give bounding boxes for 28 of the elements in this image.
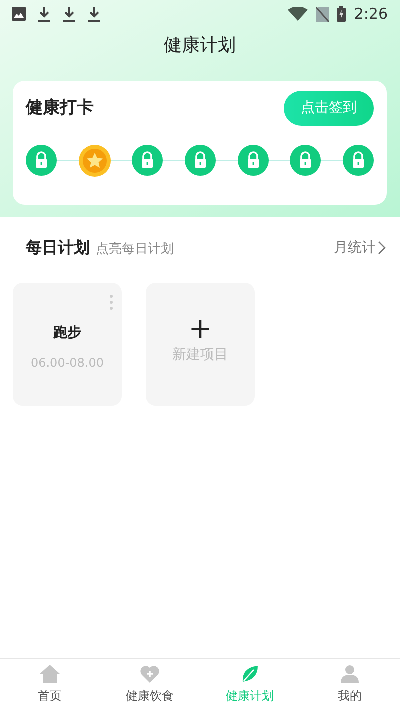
tab-item[interactable]: 首页 [0, 659, 100, 711]
plus-icon: + [188, 315, 212, 343]
battery-icon [337, 6, 346, 22]
chevron-right-icon [378, 241, 386, 255]
tab-item[interactable]: 我的 [300, 659, 400, 711]
monthly-stats-link[interactable]: 月统计 [334, 238, 386, 258]
card-title: 健康打卡 [26, 96, 94, 120]
more-options-icon[interactable] [110, 295, 113, 310]
plan-name: 跑步 [54, 324, 82, 343]
heart-plus-icon [140, 665, 160, 683]
new-item-card[interactable]: + 新建项目 [146, 283, 255, 406]
page-title: 健康计划 [164, 34, 236, 58]
status-time: 2:26 [354, 4, 388, 25]
person-icon [340, 665, 360, 683]
plan-card[interactable]: 跑步 06.00-08.00 [13, 283, 122, 406]
wifi-icon [288, 7, 308, 21]
home-icon [40, 665, 60, 683]
download-icon [88, 6, 101, 22]
image-icon [12, 7, 26, 21]
section-title: 每日计划 [26, 237, 90, 259]
download-icon [38, 6, 51, 22]
section-subtitle: 点亮每日计划 [96, 241, 174, 259]
new-item-label: 新建项目 [172, 346, 228, 365]
no-sim-icon [316, 6, 330, 22]
download-icon [63, 6, 76, 22]
tab-item[interactable]: 健康饮食 [100, 659, 200, 711]
leaf-icon [240, 665, 260, 683]
plan-time: 06.00-08.00 [30, 355, 104, 372]
